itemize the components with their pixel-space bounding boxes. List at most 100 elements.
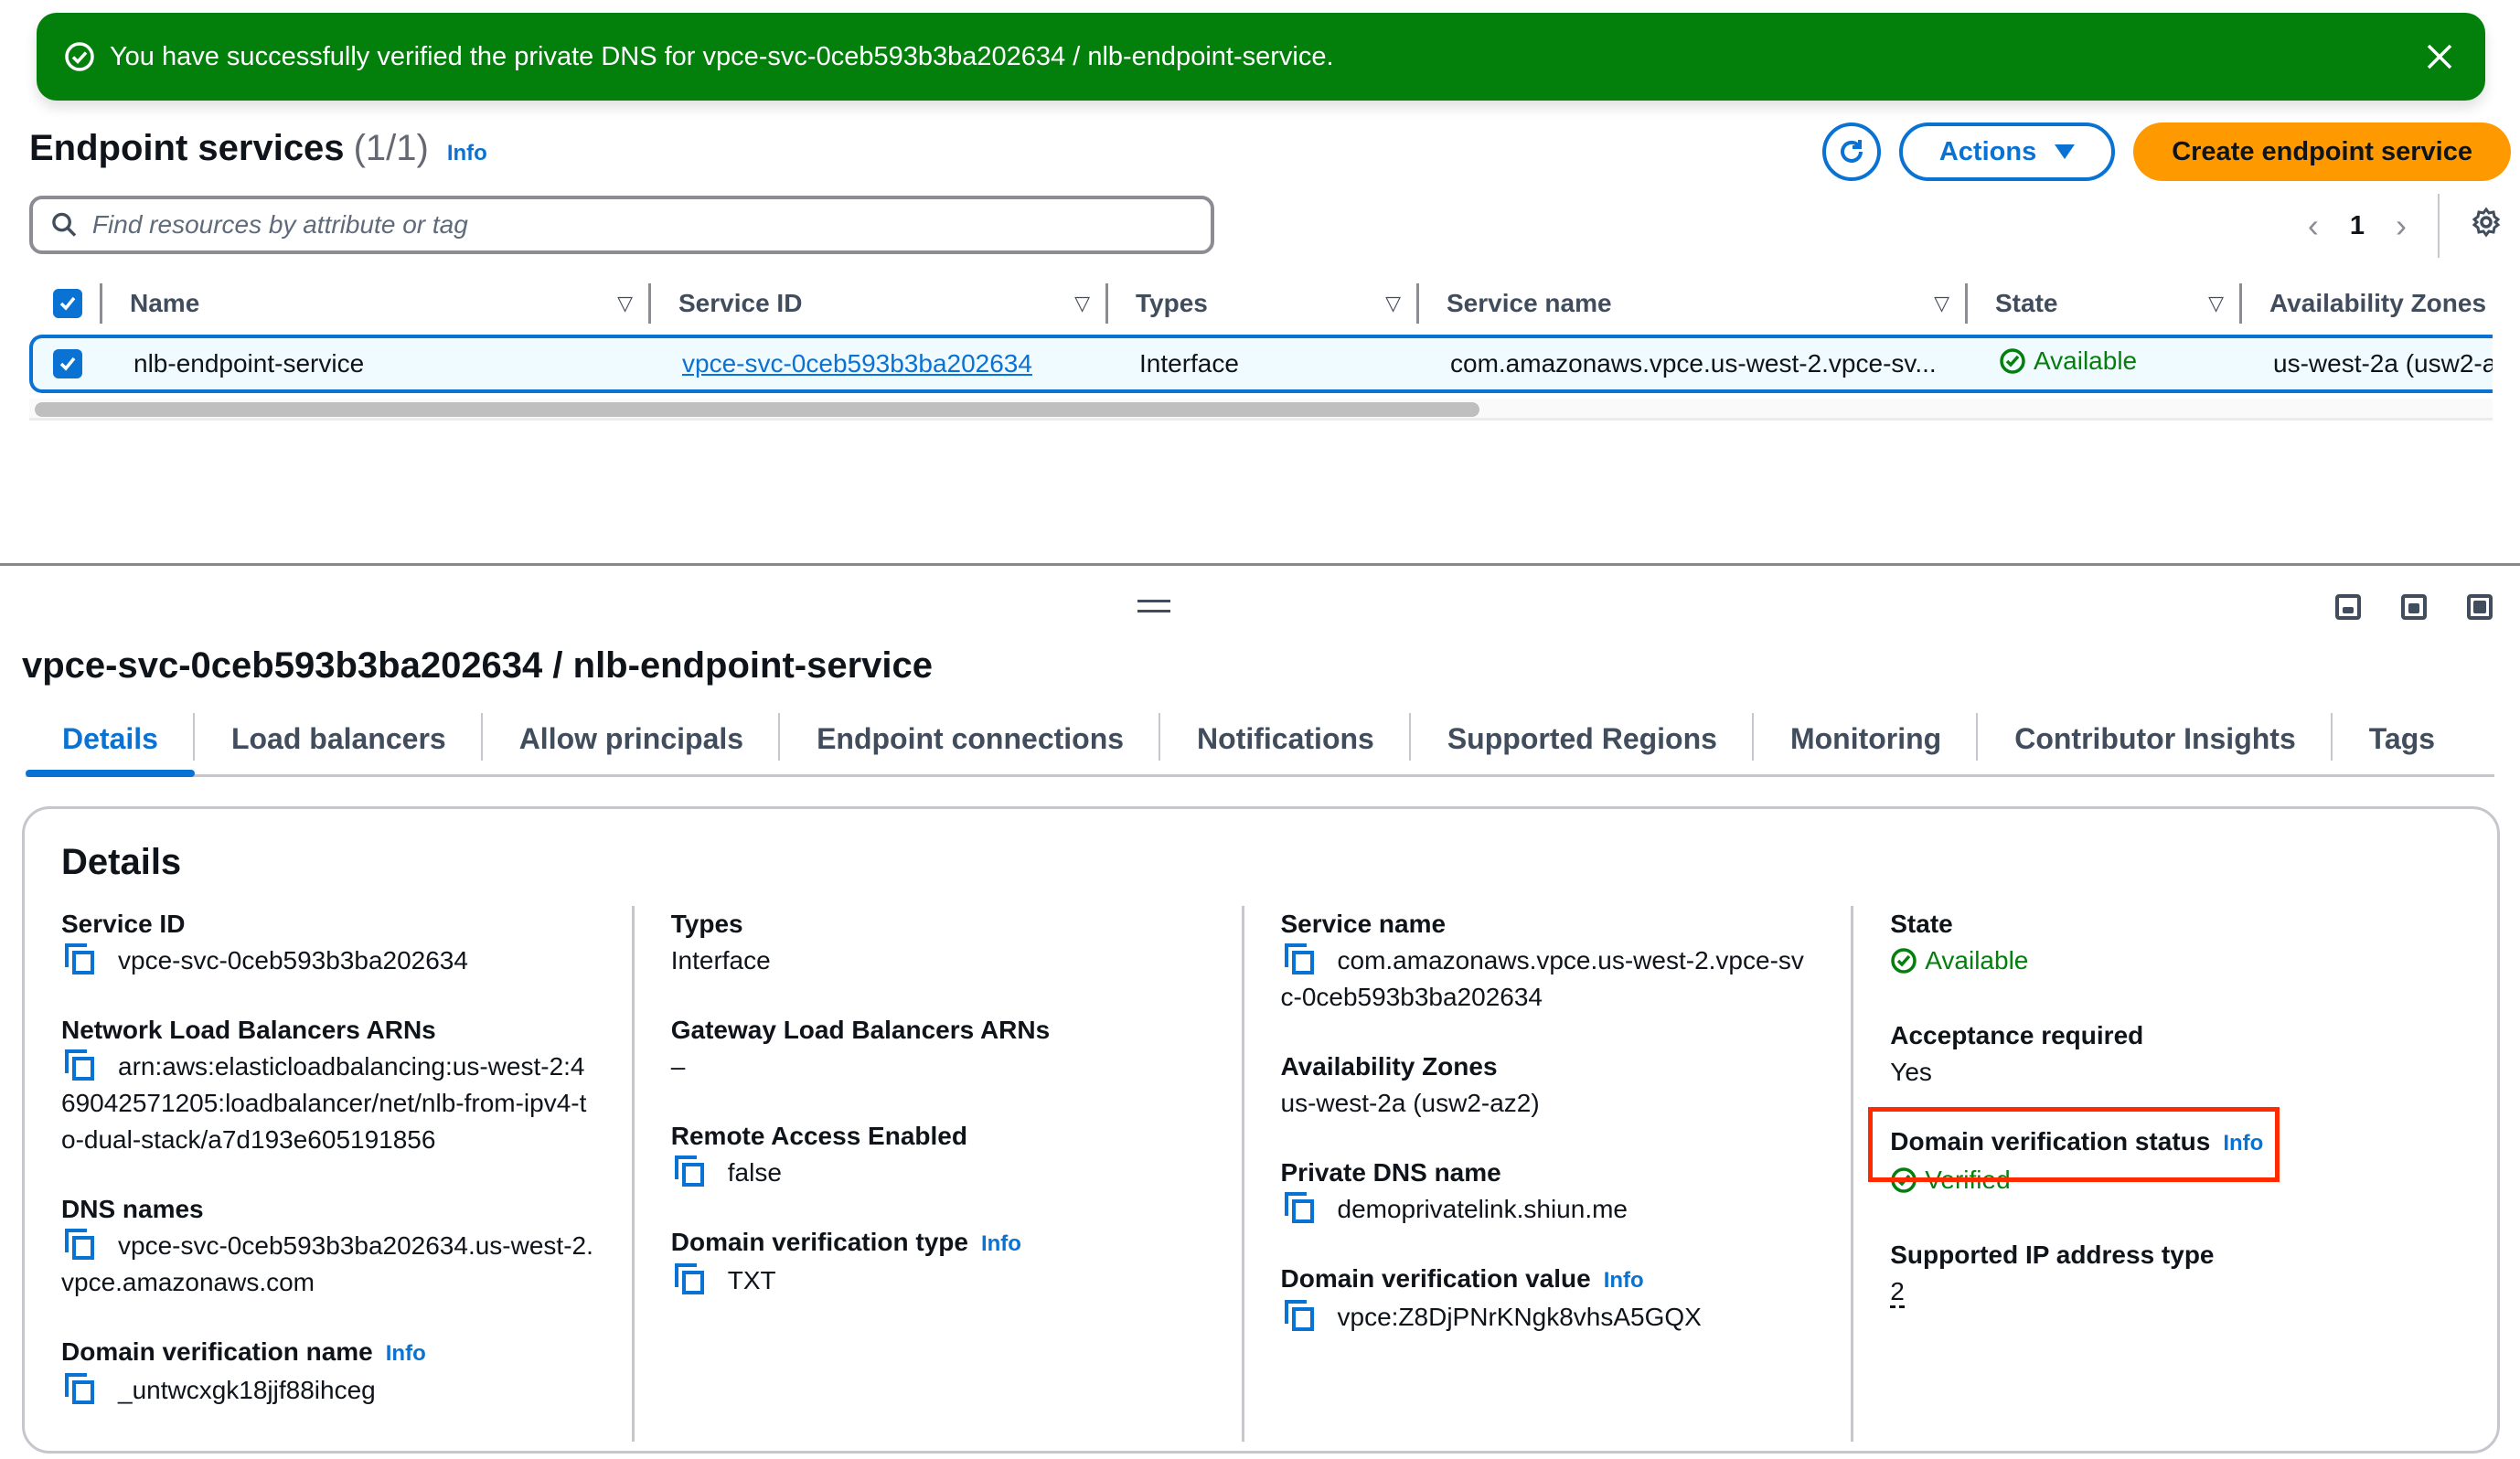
domain-verification-name-field: Domain verification name Info _untwcxgk18…	[61, 1337, 426, 1404]
remote-access-field: Remote Access Enabled false	[670, 1122, 967, 1187]
service-name-field: Service name com.amazonaws.vpce.us-west-…	[1280, 910, 1804, 1011]
page-number-button[interactable]: 1	[2350, 211, 2365, 241]
info-link[interactable]: Info	[981, 1231, 1021, 1256]
copy-icon[interactable]	[674, 1155, 704, 1187]
split-panel-resize-handle[interactable]	[1137, 600, 1170, 612]
detail-tabs: Details Load balancers Allow principals …	[26, 704, 2494, 777]
copy-icon[interactable]	[65, 1373, 94, 1404]
copy-icon[interactable]	[1284, 1300, 1314, 1331]
copy-icon[interactable]	[65, 1049, 94, 1081]
next-page-button[interactable]: ›	[2396, 207, 2407, 245]
copy-icon[interactable]	[1284, 1192, 1314, 1223]
availability-zones-field: Availability Zones us-west-2a (usw2-az2)	[1280, 1052, 1540, 1117]
tab-tags[interactable]: Tags	[2333, 704, 2472, 774]
details-container: Details Service ID vpce-svc-0ceb593b3ba2…	[22, 806, 2500, 1454]
details-column-4: State Available Acceptance required Yes …	[1853, 906, 2461, 1442]
sort-icon[interactable]: ▽	[1934, 292, 1949, 315]
status-check-icon	[1891, 948, 1917, 974]
nlb-arns-field: Network Load Balancers ARNs arn:aws:elas…	[61, 1016, 587, 1154]
sort-icon[interactable]: ▽	[2208, 292, 2224, 315]
active-tab-indicator	[26, 770, 195, 777]
details-column-3: Service name com.amazonaws.vpce.us-west-…	[1244, 906, 1854, 1442]
sort-icon[interactable]: ▽	[617, 292, 633, 315]
tab-contributor-insights[interactable]: Contributor Insights	[1978, 704, 2333, 774]
search-field[interactable]	[29, 196, 1214, 254]
actions-label: Actions	[1938, 136, 2037, 166]
horizontal-scrollbar[interactable]	[29, 399, 2493, 421]
actions-dropdown-button[interactable]: Actions	[1898, 122, 2116, 181]
split-panel-divider	[0, 563, 2520, 566]
copy-icon[interactable]	[674, 1263, 704, 1294]
success-check-icon	[64, 41, 95, 72]
table-preferences-button[interactable]	[2471, 207, 2502, 245]
search-icon	[52, 212, 77, 237]
copy-icon[interactable]	[1284, 943, 1314, 974]
info-link[interactable]: Info	[386, 1341, 426, 1366]
column-header-name[interactable]: Name ▽	[102, 274, 651, 333]
cell-service-id: vpce-svc-0ceb593b3ba202634	[655, 349, 1112, 378]
copy-icon[interactable]	[65, 943, 94, 974]
gear-icon	[2472, 207, 2501, 238]
checkmark-icon	[59, 296, 76, 311]
state-status: Available	[1890, 942, 2028, 979]
row-select-cell	[33, 348, 106, 379]
checkmark-icon	[59, 357, 76, 371]
verification-status-highlight-box	[1868, 1107, 2280, 1182]
column-header-types[interactable]: Types ▽	[1108, 274, 1419, 333]
column-header-service-name[interactable]: Service name ▽	[1419, 274, 1968, 333]
cell-types: Interface	[1139, 349, 1239, 378]
domain-verification-type-field: Domain verification type Info TXT	[670, 1228, 1021, 1294]
tab-monitoring[interactable]: Monitoring	[1754, 704, 1979, 774]
table-row[interactable]: nlb-endpoint-service vpce-svc-0ceb593b3b…	[29, 335, 2493, 393]
state-field: State Available	[1890, 906, 2424, 985]
cell-state: Available	[1971, 346, 2246, 381]
glb-arns-field: Gateway Load Balancers ARNs –	[670, 1016, 1051, 1081]
dismiss-flash-button[interactable]	[2421, 38, 2458, 75]
details-column-1: Service ID vpce-svc-0ceb593b3ba202634 Ne…	[61, 906, 635, 1442]
tab-endpoint-connections[interactable]: Endpoint connections	[780, 704, 1161, 774]
pagination: ‹ 1 ›	[2308, 194, 2502, 258]
table-header: Name ▽ Service ID ▽ Types ▽ Service name ▽ S…	[29, 274, 2493, 333]
scrollbar-thumb[interactable]	[35, 402, 1479, 417]
split-panel-preferences	[2335, 594, 2493, 620]
tab-supported-regions[interactable]: Supported Regions	[1411, 704, 1755, 774]
tab-allow-principals[interactable]: Allow principals	[483, 704, 781, 774]
details-heading: Details	[61, 842, 182, 882]
position-bottom-icon[interactable]	[2335, 594, 2361, 620]
row-checkbox[interactable]	[53, 348, 82, 378]
select-all-column	[29, 274, 102, 333]
endpoint-services-table: Name ▽ Service ID ▽ Types ▽ Service name ▽ S…	[29, 274, 2493, 421]
refresh-button[interactable]	[1821, 122, 1881, 181]
column-header-service-id[interactable]: Service ID ▽	[651, 274, 1108, 333]
details-column-2: Types Interface Gateway Load Balancers A…	[635, 906, 1244, 1442]
tab-load-balancers[interactable]: Load balancers	[195, 704, 483, 774]
search-input[interactable]	[91, 210, 1192, 240]
split-panel-title: vpce-svc-0ceb593b3ba202634 / nlb-endpoin…	[22, 645, 934, 686]
close-icon	[2427, 44, 2452, 69]
column-header-state[interactable]: State ▽	[1968, 274, 2242, 333]
sort-icon[interactable]: ▽	[1385, 292, 1401, 315]
tab-notifications[interactable]: Notifications	[1160, 704, 1411, 774]
page-title: Endpoint services (1/1) Info	[29, 128, 487, 169]
caret-down-icon	[2055, 144, 2076, 159]
copy-icon[interactable]	[65, 1229, 94, 1260]
column-header-availability-zones[interactable]: Availability Zones	[2242, 274, 2493, 333]
state-status: Available	[1999, 346, 2137, 376]
acceptance-required-field: Acceptance required Yes	[1890, 1021, 2144, 1086]
sort-icon[interactable]: ▽	[1074, 292, 1090, 315]
tab-details[interactable]: Details	[26, 704, 195, 777]
select-all-checkbox[interactable]	[53, 289, 82, 318]
status-check-icon	[2000, 348, 2025, 374]
flash-message: You have successfully verified the priva…	[110, 41, 1334, 71]
ip-type-popover-trigger[interactable]: 2	[1890, 1277, 1905, 1308]
service-id-field: Service ID vpce-svc-0ceb593b3ba202634	[61, 910, 468, 974]
create-endpoint-service-button[interactable]: Create endpoint service	[2133, 122, 2511, 181]
info-link[interactable]: Info	[1604, 1268, 1644, 1293]
service-id-link[interactable]: vpce-svc-0ceb593b3ba202634	[682, 349, 1032, 378]
position-full-icon[interactable]	[2467, 594, 2493, 620]
previous-page-button[interactable]: ‹	[2308, 207, 2319, 245]
position-side-icon[interactable]	[2401, 594, 2427, 620]
supported-ip-address-type-field: Supported IP address type 2	[1890, 1237, 2424, 1310]
dns-names-field: DNS names vpce-svc-0ceb593b3ba202634.us-…	[61, 1195, 593, 1296]
header-info-link[interactable]: Info	[447, 141, 487, 166]
